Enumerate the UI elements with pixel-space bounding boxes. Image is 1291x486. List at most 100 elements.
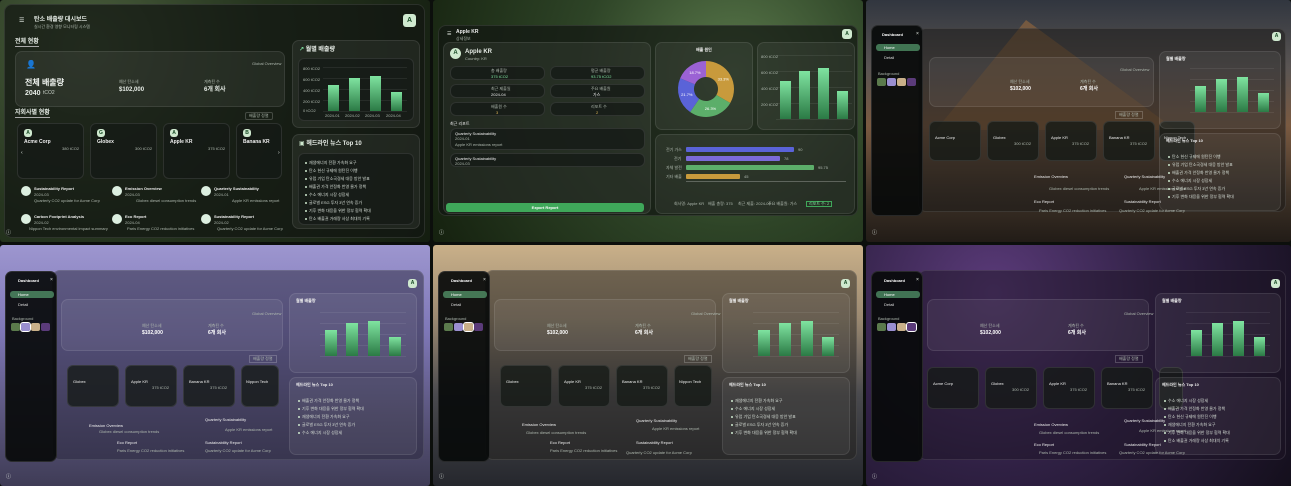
company-card[interactable]: G Globex 300 tCO2 (90, 123, 157, 179)
report-title[interactable]: Sustainability Report (636, 441, 673, 445)
menu-icon[interactable]: ☰ (19, 18, 24, 24)
report-title[interactable]: Carbon Footprint Analysis (34, 215, 84, 219)
company-card[interactable]: Acme Corp (929, 121, 981, 161)
report-title[interactable]: Sustainability Report (214, 215, 254, 219)
sort-button[interactable]: 배출량 정렬 (1115, 355, 1143, 363)
report-title[interactable]: Sustainability Report (34, 187, 74, 191)
bg-swatch-forest[interactable] (877, 78, 886, 86)
report-title[interactable]: Emission Overview (1034, 423, 1068, 427)
info-icon[interactable]: ⓘ (6, 475, 11, 480)
report-title[interactable]: Quarterly Sustainability (205, 418, 246, 422)
chevron-left-icon[interactable]: ‹ (21, 151, 23, 156)
report-title[interactable]: Eco Report (1034, 443, 1054, 447)
bg-swatch-dune[interactable] (463, 322, 474, 332)
news-item[interactable]: 글로벌 ESG 투자 3년 연속 증가 (298, 422, 355, 428)
close-icon[interactable]: × (916, 278, 919, 283)
news-item[interactable]: 탄소 배출권 거래량 사상 최대치 기록 (305, 216, 370, 222)
news-item[interactable]: 수소 에너지 시장 성장세 (305, 192, 349, 198)
sidebar-item-home[interactable]: Home (443, 291, 487, 298)
company-card[interactable]: Globex 300 tCO2 (987, 121, 1039, 161)
company-card[interactable]: Apple KR 375 tCO2 (558, 365, 610, 407)
sidebar-item-home[interactable]: Home (876, 44, 920, 51)
user-avatar[interactable]: A (1271, 279, 1280, 288)
sort-button[interactable]: 배출량 정렬 (245, 112, 273, 120)
info-icon[interactable]: ⓘ (6, 231, 11, 236)
bg-swatch-violet[interactable] (474, 323, 483, 331)
report-title[interactable]: Emission Overview (125, 187, 162, 191)
company-card[interactable]: Acme Corp (927, 367, 979, 409)
bg-swatch-lavender[interactable] (454, 323, 463, 331)
sidebar-item-detail[interactable]: Detail (18, 303, 28, 307)
news-item[interactable]: 유럽 기업 탄소국경세 대응 방안 발표 (731, 414, 796, 420)
news-item[interactable]: 수소 에너지 시장 성장세 (731, 406, 775, 412)
info-icon[interactable]: ⓘ (872, 231, 877, 236)
company-card[interactable]: Globex (67, 365, 119, 407)
news-item[interactable]: 수소 에너지 시장 성장세 (298, 430, 342, 436)
bg-swatch-lavender[interactable] (887, 78, 896, 86)
pie-slice[interactable] (706, 61, 734, 103)
company-card[interactable]: Apple KR 375 tCO2 (125, 365, 177, 407)
info-icon[interactable]: ⓘ (872, 475, 877, 480)
sidebar-item-home[interactable]: Home (10, 291, 54, 298)
user-avatar[interactable]: A (841, 279, 850, 288)
bg-swatch-lavender[interactable] (887, 323, 896, 331)
news-item[interactable]: 재생에너지 전환 가속화 요구 (731, 398, 783, 404)
report-title[interactable]: Sustainability Report (1124, 200, 1161, 204)
news-item[interactable]: 배출권 가격 안정화 반영 물가 정책 (1168, 170, 1229, 176)
company-card[interactable]: Banana KR 375 tCO2 (616, 365, 668, 407)
report-title[interactable]: Eco Report (1034, 200, 1054, 204)
company-card[interactable]: B Banana KR (236, 123, 282, 179)
news-item[interactable]: 배출권 가격 안정화 반영 물가 정책 (305, 184, 366, 190)
bg-swatch-forest[interactable] (877, 323, 886, 331)
report-title[interactable]: Quarterly Sustainability (214, 187, 259, 191)
news-item[interactable]: 수소 에너지 시장 성장세 (1164, 398, 1208, 404)
bg-swatch-violet[interactable] (41, 323, 50, 331)
company-card[interactable]: Nippon Tech (674, 365, 712, 407)
company-card[interactable]: Banana KR 375 tCO2 (1103, 121, 1155, 161)
company-card[interactable]: A Apple KR 375 tCO2 (163, 123, 230, 179)
report-title[interactable]: Quarterly Sustainability (636, 419, 677, 423)
company-card[interactable]: Banana KR 375 tCO2 (1101, 367, 1153, 409)
sidebar-item-detail[interactable]: Detail (451, 303, 461, 307)
bg-swatch-dune[interactable] (897, 78, 906, 86)
news-item[interactable]: 배출권 가격 안정화 반영 물가 정책 (298, 398, 359, 404)
close-icon[interactable]: × (916, 32, 919, 37)
report-title[interactable]: Eco Report (117, 441, 137, 445)
chevron-right-icon[interactable]: › (278, 151, 280, 156)
report-title[interactable]: Sustainability Report (205, 441, 242, 445)
news-item[interactable]: 글로벌 ESG 투자 3년 연속 증가 (731, 422, 788, 428)
user-avatar[interactable]: A (842, 29, 852, 39)
bg-swatch-dune[interactable] (897, 323, 906, 331)
news-item[interactable]: 탄소 헌신 규제에 원탄진 이행 (305, 168, 358, 174)
user-avatar[interactable]: A (1272, 32, 1281, 41)
news-item[interactable]: 글로벌 ESG 투자 3년 연속 증가 (305, 200, 362, 206)
news-item[interactable]: 기후 변화 대응을 위한 정부 협력 확대 (1168, 194, 1234, 200)
news-item[interactable]: 기후 변화 대응을 위한 정부 협력 확대 (298, 406, 364, 412)
sort-button[interactable]: 배출량 정렬 (249, 355, 277, 363)
sidebar-item-home[interactable]: Home (876, 291, 920, 298)
news-item[interactable]: 수소 에너지 시장 성장세 (1168, 178, 1212, 184)
export-report-button[interactable]: Export Report (446, 203, 644, 212)
back-icon[interactable]: ☰ (447, 32, 451, 37)
report-title[interactable]: Eco Report (550, 441, 570, 445)
company-card[interactable]: Apple KR 375 tCO2 (1045, 121, 1097, 161)
news-item[interactable]: 재생에너지 전환 가속화 요구 (1164, 422, 1216, 428)
bg-swatch-dune[interactable] (31, 323, 40, 331)
company-card[interactable]: Nippon Tech (241, 365, 279, 407)
news-item[interactable]: 유럽 기업 탄소국경세 대응 방안 발표 (305, 176, 370, 182)
news-item[interactable]: 탄소 배출권 거래량 사상 최대치 기록 (1164, 438, 1229, 444)
company-card[interactable]: A Acme Corp 380 tCO2 (17, 123, 84, 179)
detail-report-row[interactable]: Quarterly Sustainability 2024-03 (450, 153, 645, 167)
news-item[interactable]: 기후 변화 대응을 위한 정부 협력 확대 (305, 208, 371, 214)
news-item[interactable]: 유럽 기업 탄소국경세 대응 방안 발표 (1168, 162, 1233, 168)
news-item[interactable]: 기후 변화 대응을 위한 정부 협력 확대 (731, 430, 797, 436)
sort-button[interactable]: 배출량 정렬 (1115, 111, 1143, 119)
company-card[interactable]: Globex (500, 365, 552, 407)
info-icon[interactable]: ⓘ (439, 231, 444, 236)
news-item[interactable]: 배출권 가격 안정화 반영 물가 정책 (1164, 406, 1225, 412)
detail-report-row[interactable]: Quarterly Sustainability 2024-01 Apple K… (450, 128, 645, 150)
report-title[interactable]: Emission Overview (1034, 175, 1068, 179)
user-avatar[interactable]: A (408, 279, 417, 288)
close-icon[interactable]: × (50, 278, 53, 283)
news-item[interactable]: 탄소 헌신 규제에 원탄진 이행 (1164, 414, 1217, 420)
